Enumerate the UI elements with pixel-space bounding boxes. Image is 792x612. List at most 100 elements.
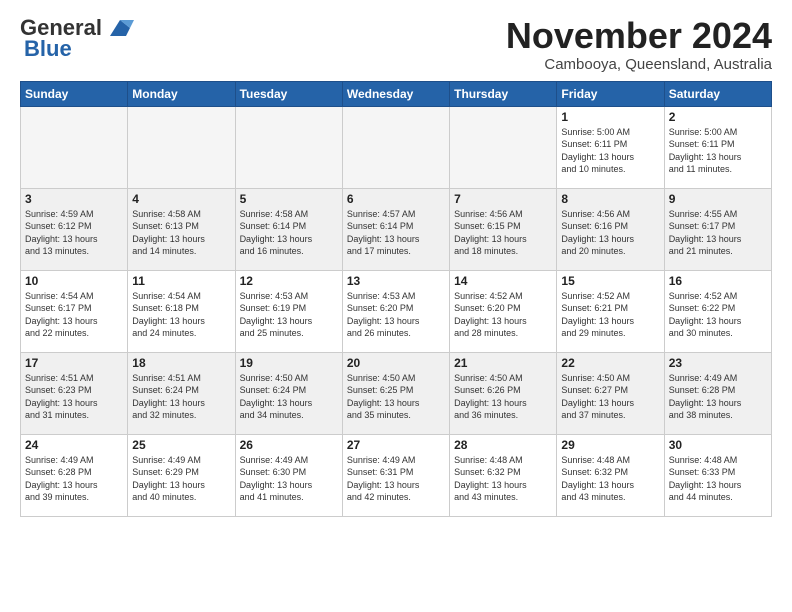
- day-number: 28: [454, 438, 552, 452]
- calendar-cell: 7 Sunrise: 4:56 AM Sunset: 6:15 PM Daylig…: [450, 188, 557, 270]
- day-info: Sunrise: 4:48 AM Sunset: 6:32 PM Dayligh…: [454, 454, 552, 504]
- day-number: 1: [561, 110, 659, 124]
- calendar-cell: 20 Sunrise: 4:50 AM Sunset: 6:25 PM Dayli…: [342, 352, 449, 434]
- day-number: 18: [132, 356, 230, 370]
- day-info: Sunrise: 4:50 AM Sunset: 6:25 PM Dayligh…: [347, 372, 445, 422]
- day-number: 5: [240, 192, 338, 206]
- day-info: Sunrise: 4:53 AM Sunset: 6:19 PM Dayligh…: [240, 290, 338, 340]
- calendar-cell: 30 Sunrise: 4:48 AM Sunset: 6:33 PM Dayli…: [664, 434, 771, 516]
- day-number: 6: [347, 192, 445, 206]
- day-info: Sunrise: 4:51 AM Sunset: 6:24 PM Dayligh…: [132, 372, 230, 422]
- day-number: 14: [454, 274, 552, 288]
- day-info: Sunrise: 4:50 AM Sunset: 6:24 PM Dayligh…: [240, 372, 338, 422]
- day-number: 24: [25, 438, 123, 452]
- calendar-cell: 13 Sunrise: 4:53 AM Sunset: 6:20 PM Dayli…: [342, 270, 449, 352]
- day-info: Sunrise: 4:49 AM Sunset: 6:29 PM Dayligh…: [132, 454, 230, 504]
- day-info: Sunrise: 4:53 AM Sunset: 6:20 PM Dayligh…: [347, 290, 445, 340]
- calendar-cell: [128, 106, 235, 188]
- day-info: Sunrise: 4:56 AM Sunset: 6:15 PM Dayligh…: [454, 208, 552, 258]
- day-info: Sunrise: 4:57 AM Sunset: 6:14 PM Dayligh…: [347, 208, 445, 258]
- col-friday: Friday: [557, 81, 664, 106]
- calendar-week-4: 17 Sunrise: 4:51 AM Sunset: 6:23 PM Dayli…: [21, 352, 772, 434]
- day-info: Sunrise: 4:52 AM Sunset: 6:22 PM Dayligh…: [669, 290, 767, 340]
- logo-icon: [106, 18, 134, 38]
- day-info: Sunrise: 4:49 AM Sunset: 6:28 PM Dayligh…: [25, 454, 123, 504]
- day-number: 10: [25, 274, 123, 288]
- header: General Blue November 2024 Cambooya, Que…: [20, 16, 772, 73]
- day-info: Sunrise: 4:52 AM Sunset: 6:20 PM Dayligh…: [454, 290, 552, 340]
- calendar-cell: 22 Sunrise: 4:50 AM Sunset: 6:27 PM Dayli…: [557, 352, 664, 434]
- calendar-cell: 29 Sunrise: 4:48 AM Sunset: 6:32 PM Dayli…: [557, 434, 664, 516]
- calendar-cell: 23 Sunrise: 4:49 AM Sunset: 6:28 PM Dayli…: [664, 352, 771, 434]
- day-number: 22: [561, 356, 659, 370]
- calendar-cell: 27 Sunrise: 4:49 AM Sunset: 6:31 PM Dayli…: [342, 434, 449, 516]
- day-number: 29: [561, 438, 659, 452]
- calendar-cell: 16Sunrise: 4:52 AM Sunset: 6:22 PM Dayli…: [664, 270, 771, 352]
- calendar-cell: 17 Sunrise: 4:51 AM Sunset: 6:23 PM Dayli…: [21, 352, 128, 434]
- day-number: 9: [669, 192, 767, 206]
- logo: General Blue: [20, 16, 134, 62]
- calendar-cell: 12 Sunrise: 4:53 AM Sunset: 6:19 PM Dayli…: [235, 270, 342, 352]
- calendar-cell: 26Sunrise: 4:49 AM Sunset: 6:30 PM Dayli…: [235, 434, 342, 516]
- day-info: Sunrise: 4:48 AM Sunset: 6:32 PM Dayligh…: [561, 454, 659, 504]
- calendar-cell: [21, 106, 128, 188]
- calendar-cell: 15 Sunrise: 4:52 AM Sunset: 6:21 PM Dayli…: [557, 270, 664, 352]
- day-number: 23: [669, 356, 767, 370]
- day-number: 17: [25, 356, 123, 370]
- day-number: 27: [347, 438, 445, 452]
- day-info: Sunrise: 4:50 AM Sunset: 6:27 PM Dayligh…: [561, 372, 659, 422]
- col-tuesday: Tuesday: [235, 81, 342, 106]
- calendar-cell: 2 Sunrise: 5:00 AM Sunset: 6:11 PM Daylig…: [664, 106, 771, 188]
- day-number: 15: [561, 274, 659, 288]
- day-info: Sunrise: 4:58 AM Sunset: 6:13 PM Dayligh…: [132, 208, 230, 258]
- day-info: Sunrise: 4:55 AM Sunset: 6:17 PM Dayligh…: [669, 208, 767, 258]
- day-info: Sunrise: 4:54 AM Sunset: 6:18 PM Dayligh…: [132, 290, 230, 340]
- calendar-cell: 28 Sunrise: 4:48 AM Sunset: 6:32 PM Dayli…: [450, 434, 557, 516]
- col-thursday: Thursday: [450, 81, 557, 106]
- page: General Blue November 2024 Cambooya, Que…: [0, 0, 792, 527]
- day-number: 30: [669, 438, 767, 452]
- day-number: 13: [347, 274, 445, 288]
- calendar-cell: 1Sunrise: 5:00 AM Sunset: 6:11 PM Daylig…: [557, 106, 664, 188]
- day-number: 7: [454, 192, 552, 206]
- day-info: Sunrise: 4:49 AM Sunset: 6:28 PM Dayligh…: [669, 372, 767, 422]
- day-info: Sunrise: 4:48 AM Sunset: 6:33 PM Dayligh…: [669, 454, 767, 504]
- calendar-cell: [235, 106, 342, 188]
- col-sunday: Sunday: [21, 81, 128, 106]
- day-number: 21: [454, 356, 552, 370]
- calendar-cell: 18 Sunrise: 4:51 AM Sunset: 6:24 PM Dayli…: [128, 352, 235, 434]
- calendar-cell: 19 Sunrise: 4:50 AM Sunset: 6:24 PM Dayli…: [235, 352, 342, 434]
- day-info: Sunrise: 4:56 AM Sunset: 6:16 PM Dayligh…: [561, 208, 659, 258]
- day-number: 8: [561, 192, 659, 206]
- day-info: Sunrise: 4:58 AM Sunset: 6:14 PM Dayligh…: [240, 208, 338, 258]
- day-info: Sunrise: 4:49 AM Sunset: 6:31 PM Dayligh…: [347, 454, 445, 504]
- calendar-cell: 9 Sunrise: 4:55 AM Sunset: 6:17 PM Daylig…: [664, 188, 771, 270]
- day-info: Sunrise: 5:00 AM Sunset: 6:11 PM Dayligh…: [669, 126, 767, 176]
- calendar-cell: 11 Sunrise: 4:54 AM Sunset: 6:18 PM Dayli…: [128, 270, 235, 352]
- calendar-cell: 24 Sunrise: 4:49 AM Sunset: 6:28 PM Dayli…: [21, 434, 128, 516]
- col-saturday: Saturday: [664, 81, 771, 106]
- day-number: 3: [25, 192, 123, 206]
- day-info: Sunrise: 4:50 AM Sunset: 6:26 PM Dayligh…: [454, 372, 552, 422]
- calendar-week-1: 1 Sunrise: 5:00 AM Sunset: 6:11 PM Daylig…: [21, 106, 772, 188]
- day-number: 20: [347, 356, 445, 370]
- calendar-cell: 3Sunrise: 4:59 AM Sunset: 6:12 PM Daylig…: [21, 188, 128, 270]
- calendar-cell: 10 Sunrise: 4:54 AM Sunset: 6:17 PM Dayli…: [21, 270, 128, 352]
- day-number: 26: [240, 438, 338, 452]
- calendar-week-3: 10 Sunrise: 4:54 AM Sunset: 6:17 PM Dayli…: [21, 270, 772, 352]
- day-info: Sunrise: 4:52 AM Sunset: 6:21 PM Dayligh…: [561, 290, 659, 340]
- calendar-cell: 4Sunrise: 4:58 AM Sunset: 6:13 PM Daylig…: [128, 188, 235, 270]
- day-number: 12: [240, 274, 338, 288]
- col-wednesday: Wednesday: [342, 81, 449, 106]
- day-info: Sunrise: 4:51 AM Sunset: 6:23 PM Dayligh…: [25, 372, 123, 422]
- day-number: 2: [669, 110, 767, 124]
- calendar-cell: 8 Sunrise: 4:56 AM Sunset: 6:16 PM Daylig…: [557, 188, 664, 270]
- calendar-cell: 14 Sunrise: 4:52 AM Sunset: 6:20 PM Dayli…: [450, 270, 557, 352]
- day-info: Sunrise: 4:54 AM Sunset: 6:17 PM Dayligh…: [25, 290, 123, 340]
- day-number: 19: [240, 356, 338, 370]
- calendar-table: Sunday Monday Tuesday Wednesday Thursday…: [20, 81, 772, 517]
- month-title: November 2024: [506, 16, 772, 56]
- header-row: Sunday Monday Tuesday Wednesday Thursday…: [21, 81, 772, 106]
- day-number: 11: [132, 274, 230, 288]
- logo-blue: Blue: [24, 36, 72, 61]
